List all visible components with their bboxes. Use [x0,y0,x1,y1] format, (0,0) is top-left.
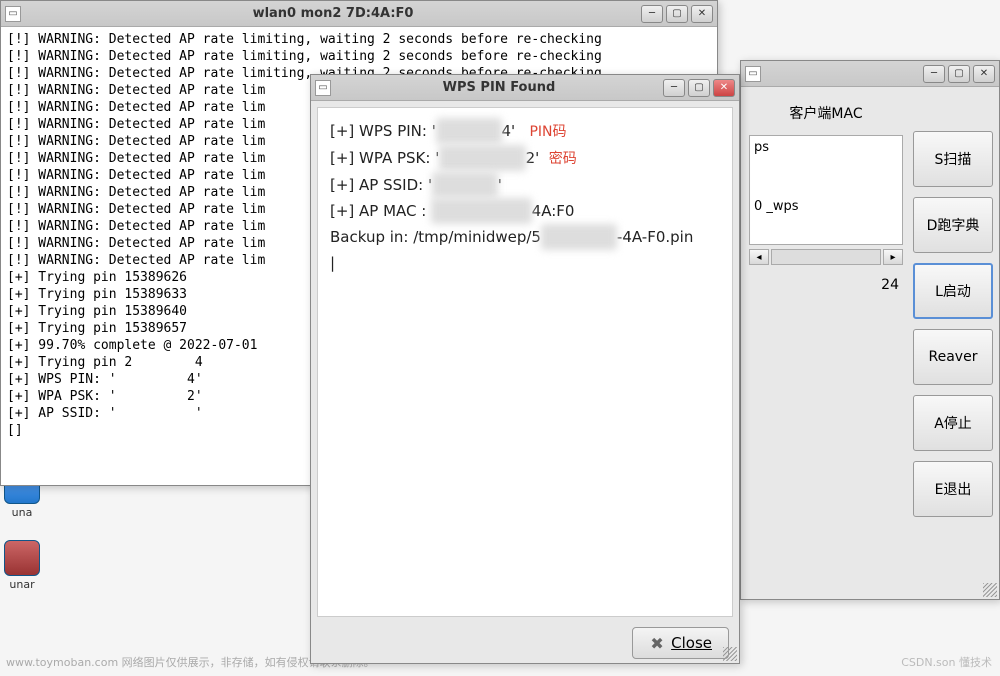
redacted: XXXXXXX [541,224,617,250]
stop-button[interactable]: A停止 [913,395,993,451]
close-icon: ✖ [649,635,665,651]
app-icon [4,540,40,576]
client-mac-header: 客户端MAC [749,103,903,123]
maximize-button[interactable]: ▢ [688,79,710,97]
count-label: 24 [749,277,899,293]
maximize-button[interactable]: ▢ [948,65,970,83]
value-suffix: 4' [502,122,516,140]
titlebar[interactable]: ▭ WPS PIN Found ─ ▢ ✕ [311,75,739,101]
window-icon: ▭ [745,66,761,82]
redacted: XXXXXX [436,118,502,144]
minimize-button[interactable]: ─ [663,79,685,97]
wpa-psk-row: [+] WPA PSK: 'XXXXXXXX2' 密码 [330,145,720,172]
dictionary-button[interactable]: D跑字典 [913,197,993,253]
label: Backup in: /tmp/minidwep/5 [330,228,541,246]
wps-pin-dialog: ▭ WPS PIN Found ─ ▢ ✕ [+] WPS PIN: 'XXXX… [310,74,740,664]
redacted: XXXXXX [432,172,498,198]
value-suffix: ' [498,176,502,194]
desktop-icon-label: una [2,506,42,519]
dialog-close-button[interactable]: ✖ Close [632,627,729,659]
list-item[interactable]: 0 _wps [754,199,898,214]
titlebar[interactable]: ▭ wlan0 mon2 7D:4A:F0 ─ ▢ ✕ [1,1,717,27]
close-label: Close [671,634,712,652]
dialog-content: [+] WPS PIN: 'XXXXXX4' PIN码 [+] WPA PSK:… [317,107,733,617]
annotation: PIN码 [529,124,566,140]
desktop-icon[interactable]: unar [2,540,42,591]
resize-grip-icon[interactable] [983,583,997,597]
label: [+] AP MAC : [330,202,426,220]
scan-button[interactable]: S扫描 [913,131,993,187]
label: [+] WPS PIN: ' [330,122,436,140]
main-app-window: ▭ ─ ▢ ✕ 客户端MAC ps 0 _wps ◂ ▸ 24 [740,60,1000,600]
maximize-button[interactable]: ▢ [666,5,688,23]
redacted: XX XX XX XX [431,198,532,224]
cursor: | [330,250,720,276]
desktop-icon-label: unar [2,578,42,591]
window-title: wlan0 mon2 7D:4A:F0 [25,6,641,21]
window-icon: ▭ [315,80,331,96]
scrollbar[interactable]: ◂ ▸ [749,249,903,265]
resize-grip-icon[interactable] [723,647,737,661]
value-suffix: 4A:F0 [532,202,575,220]
list-item[interactable]: ps [754,140,898,155]
exit-button[interactable]: E退出 [913,461,993,517]
window-icon: ▭ [5,6,21,22]
wps-pin-row: [+] WPS PIN: 'XXXXXX4' PIN码 [330,118,720,145]
close-button[interactable]: ✕ [713,79,735,97]
minimize-button[interactable]: ─ [923,65,945,83]
scroll-left-icon[interactable]: ◂ [749,249,769,265]
minimize-button[interactable]: ─ [641,5,663,23]
backup-path-row: Backup in: /tmp/minidwep/5XXXXXXX-4A-F0.… [330,224,720,250]
launch-button[interactable]: L启动 [913,263,993,319]
label: [+] AP SSID: ' [330,176,432,194]
close-button[interactable]: ✕ [973,65,995,83]
scroll-right-icon[interactable]: ▸ [883,249,903,265]
ap-mac-row: [+] AP MAC : XX XX XX XX4A:F0 [330,198,720,224]
close-button[interactable]: ✕ [691,5,713,23]
redacted: XXXXXXXX [439,145,525,171]
scroll-track[interactable] [771,249,881,265]
titlebar[interactable]: ▭ ─ ▢ ✕ [741,61,999,87]
dialog-title: WPS PIN Found [335,80,663,95]
reaver-button[interactable]: Reaver [913,329,993,385]
watermark-right: CSDN.son 懂技术 [901,654,992,670]
annotation: 密码 [549,151,577,167]
client-mac-list[interactable]: ps 0 _wps [749,135,903,245]
value-suffix: 2' [526,149,540,167]
ap-ssid-row: [+] AP SSID: 'XXXXXX' [330,172,720,198]
value-suffix: -4A-F0.pin [617,228,693,246]
label: [+] WPA PSK: ' [330,149,439,167]
